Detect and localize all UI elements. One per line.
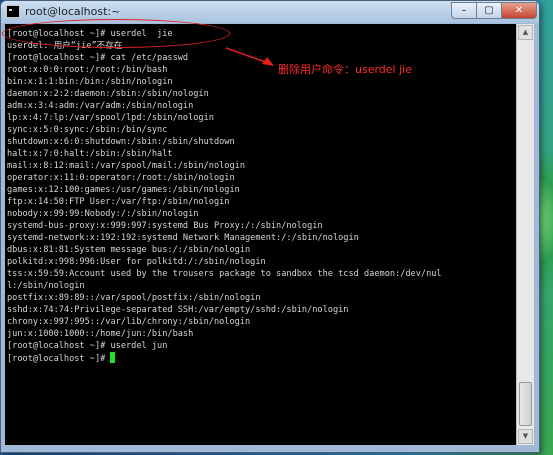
scroll-up-arrow-icon[interactable]: ▲ bbox=[518, 25, 533, 40]
terminal-line-text: systemd-network:x:192:192:systemd Networ… bbox=[7, 233, 359, 243]
vertical-scrollbar[interactable]: ▲ ▼ bbox=[516, 24, 534, 445]
terminal-line-text: [root@localhost ~]# userdel jun bbox=[7, 341, 168, 351]
terminal-line-text: [root@localhost ~]# bbox=[7, 354, 111, 364]
terminal-line-text: root:x:0:0:root:/root:/bin/bash bbox=[7, 65, 168, 75]
terminal-line-text: bin:x:1:1:bin:/bin:/sbin/nologin bbox=[7, 77, 173, 87]
terminal-line-text: tss:x:59:59:Account used by the trousers… bbox=[7, 269, 442, 279]
scroll-down-arrow-icon[interactable]: ▼ bbox=[518, 429, 533, 444]
terminal-line-text: sync:x:5:0:sync:/sbin:/bin/sync bbox=[7, 125, 168, 135]
annotation-label: 删除用户命令：userdel jie bbox=[278, 63, 412, 76]
terminal-line-text: jun:x:1000:1000::/home/jun:/bin/bash bbox=[7, 329, 194, 339]
terminal-line-text: lp:x:4:7:lp:/var/spool/lpd:/sbin/nologin bbox=[7, 113, 214, 123]
highlight-ellipse bbox=[2, 19, 230, 48]
terminal-line-text: mail:x:8:12:mail:/var/spool/mail:/sbin/n… bbox=[7, 161, 245, 171]
terminal-line-text: games:x:12:100:games:/usr/games:/sbin/no… bbox=[7, 185, 240, 195]
terminal-line-text: sshd:x:74:74:Privilege-separated SSH:/va… bbox=[7, 305, 349, 315]
terminal-line-text: postfix:x:89:89::/var/spool/postfix:/sbi… bbox=[7, 293, 261, 303]
terminal-output[interactable]: [root@localhost ~]# userdel jie userdel: … bbox=[5, 24, 516, 445]
terminal-line-text: adm:x:3:4:adm:/var/adm:/sbin/nologin bbox=[7, 101, 194, 111]
terminal-line-text: polkitd:x:998:996:User for polkitd:/:/sb… bbox=[7, 257, 266, 267]
terminal-line-text: [root@localhost ~]# cat /etc/passwd bbox=[7, 53, 189, 63]
terminal-line-text: nobody:x:99:99:Nobody:/:/sbin/nologin bbox=[7, 209, 199, 219]
terminal-cursor bbox=[110, 352, 116, 363]
terminal-line-text: l:/sbin/nologin bbox=[7, 281, 85, 291]
terminal-line-text: shutdown:x:6:0:shutdown:/sbin:/sbin/shut… bbox=[7, 137, 235, 147]
terminal-line-text: daemon:x:2:2:daemon:/sbin:/sbin/nologin bbox=[7, 89, 209, 99]
terminal-line-text: dbus:x:81:81:System message bus:/:/sbin/… bbox=[7, 245, 251, 255]
terminal-line-text: halt:x:7:0:halt:/sbin:/sbin/halt bbox=[7, 149, 173, 159]
terminal-line-text: operator:x:11:0:operator:/root:/sbin/nol… bbox=[7, 173, 235, 183]
window-title: root@localhost:~ bbox=[25, 5, 121, 18]
terminal-line-text: systemd-bus-proxy:x:999:997:systemd Bus … bbox=[7, 221, 323, 231]
terminal-line-text: chrony:x:997:995::/var/lib/chrony:/sbin/… bbox=[7, 317, 251, 327]
maximize-button[interactable]: ▢ bbox=[476, 2, 502, 19]
terminal-line: [root@localhost ~]# bbox=[7, 352, 116, 365]
annotation-arrow-icon bbox=[225, 47, 274, 66]
close-button[interactable]: ✕ bbox=[501, 2, 537, 19]
terminal-app-icon bbox=[6, 5, 20, 18]
scrollbar-thumb[interactable] bbox=[519, 382, 532, 426]
terminal-line-text: ftp:x:14:50:FTP User:/var/ftp:/sbin/nolo… bbox=[7, 197, 230, 207]
minimize-button[interactable]: – bbox=[451, 2, 477, 19]
